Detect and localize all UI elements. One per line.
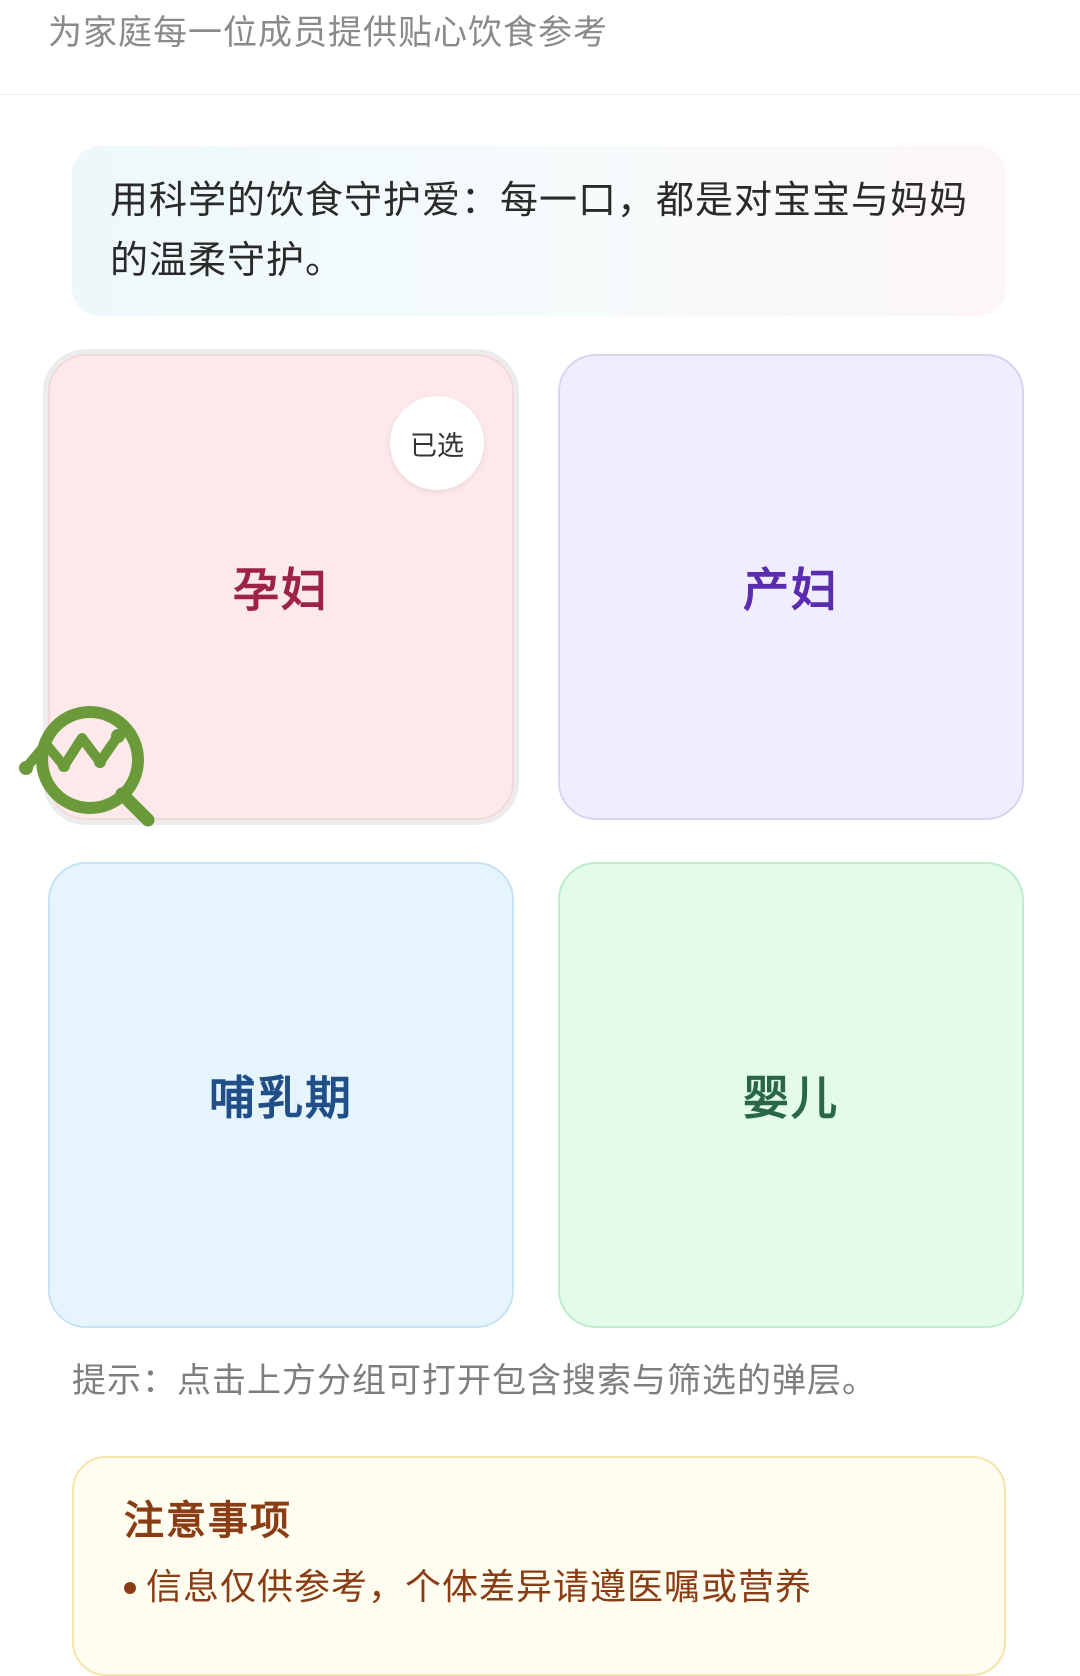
intro-banner: 用科学的饮食守护爱：每一口，都是对宝宝与妈妈的温柔守护。 [72,146,1006,316]
group-label-lactation: 哺乳期 [209,1071,353,1125]
selected-badge: 已选 [390,396,484,490]
hint-text: 提示：点击上方分组可打开包含搜索与筛选的弹层。 [72,1361,877,1401]
notice-title: 注意事项 [124,1498,292,1544]
group-label-infant: 婴儿 [743,1071,839,1125]
page-subtitle: 为家庭每一位成员提供贴心饮食参考 [48,13,608,53]
page-header: 为家庭每一位成员提供贴心饮食参考 [0,0,1080,95]
group-label-postpartum: 产妇 [743,563,839,617]
group-card-lactation[interactable]: 哺乳期 [48,862,514,1328]
group-card-infant[interactable]: 婴儿 [558,862,1024,1328]
bullet-dot [124,1582,136,1594]
notice-item: 信息仅供参考，个体差异请遵医嘱或营养 [146,1567,813,1608]
group-card-postpartum[interactable]: 产妇 [558,354,1024,820]
search-chart-icon[interactable] [18,700,163,835]
group-label-pregnant: 孕妇 [233,563,329,617]
notice-card: 注意事项 信息仅供参考，个体差异请遵医嘱或营养 [72,1456,1006,1676]
